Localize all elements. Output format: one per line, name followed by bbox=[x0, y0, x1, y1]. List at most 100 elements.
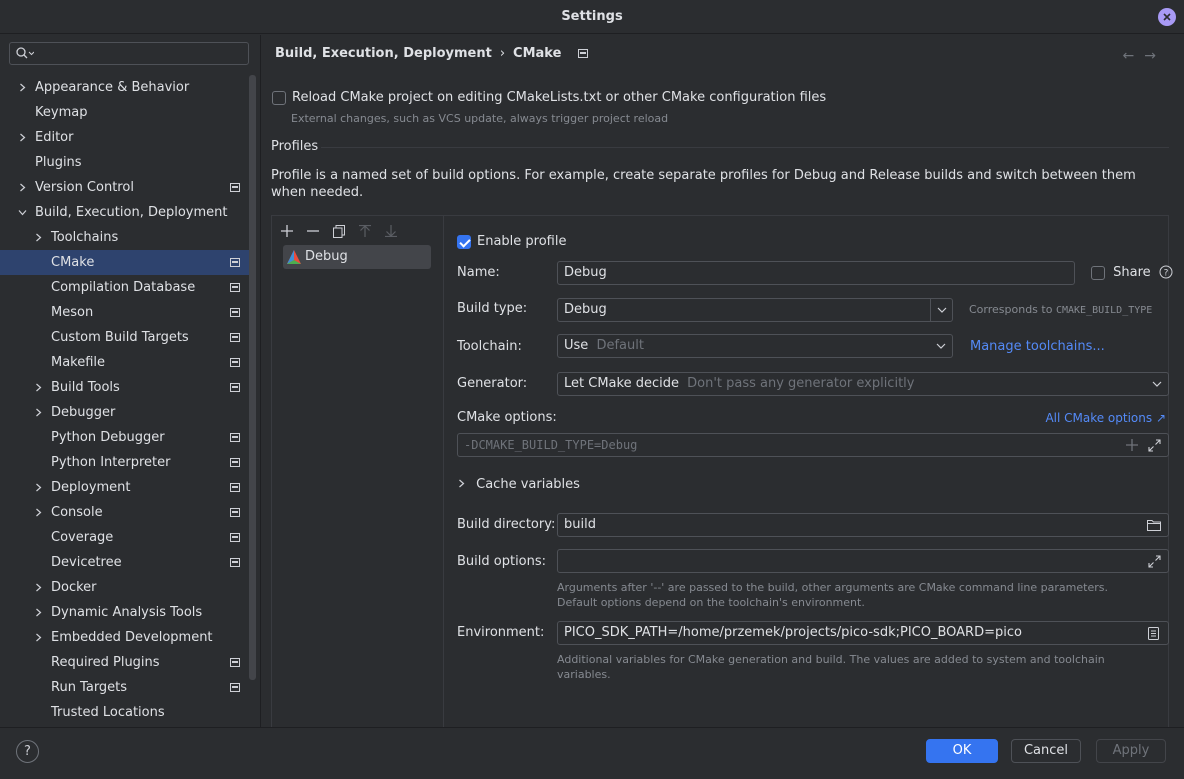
move-up-icon[interactable] bbox=[356, 222, 374, 240]
chevron-right-icon[interactable] bbox=[34, 633, 43, 642]
generator-label: Generator: bbox=[457, 376, 528, 391]
build-directory-label: Build directory: bbox=[457, 517, 556, 532]
cmake-options-field[interactable]: -DCMAKE_BUILD_TYPE=Debug bbox=[457, 433, 1169, 457]
chevron-down-icon[interactable] bbox=[930, 299, 952, 321]
build-directory-value: build bbox=[564, 517, 596, 532]
sidebar-item-python-debugger[interactable]: Python Debugger bbox=[0, 425, 256, 450]
chevron-right-icon[interactable] bbox=[34, 483, 43, 492]
cancel-button[interactable]: Cancel bbox=[1011, 739, 1081, 763]
sidebar-item-label: Python Debugger bbox=[51, 430, 165, 445]
sidebar-item-toolchains[interactable]: Toolchains bbox=[0, 225, 256, 250]
environment-field[interactable]: PICO_SDK_PATH=/home/przemek/projects/pic… bbox=[557, 621, 1169, 645]
sidebar-item-run-targets[interactable]: Run Targets bbox=[0, 675, 256, 700]
chevron-right-icon[interactable] bbox=[18, 83, 27, 92]
share-label: Share bbox=[1113, 265, 1151, 280]
folder-icon[interactable] bbox=[1147, 519, 1161, 531]
edit-list-icon[interactable] bbox=[1148, 627, 1159, 640]
add-icon[interactable] bbox=[278, 222, 296, 240]
history-navigation: ←→ bbox=[1123, 48, 1166, 64]
chevron-right-icon[interactable] bbox=[34, 583, 43, 592]
sidebar-item-meson[interactable]: Meson bbox=[0, 300, 256, 325]
build-options-field[interactable] bbox=[557, 549, 1169, 573]
sidebar-item-custom-build-targets[interactable]: Custom Build Targets bbox=[0, 325, 256, 350]
expand-icon[interactable] bbox=[1148, 439, 1161, 452]
sidebar-item-devicetree[interactable]: Devicetree bbox=[0, 550, 256, 575]
chevron-right-icon[interactable] bbox=[34, 608, 43, 617]
ok-button[interactable]: OK bbox=[926, 739, 998, 763]
svg-text:?: ? bbox=[1163, 269, 1168, 279]
close-button[interactable] bbox=[1158, 8, 1176, 26]
sidebar-item-build-tools[interactable]: Build Tools bbox=[0, 375, 256, 400]
sidebar-item-docker[interactable]: Docker bbox=[0, 575, 256, 600]
sidebar-item-coverage[interactable]: Coverage bbox=[0, 525, 256, 550]
dialog-button-bar: ? OK Cancel Apply bbox=[0, 727, 1184, 779]
reload-checkbox[interactable] bbox=[272, 90, 286, 105]
sidebar-item-deployment[interactable]: Deployment bbox=[0, 475, 256, 500]
chevron-right-icon[interactable] bbox=[34, 508, 43, 517]
build-directory-field[interactable]: build bbox=[557, 513, 1169, 537]
help-button[interactable]: ? bbox=[16, 740, 39, 763]
chevron-down-icon[interactable] bbox=[930, 335, 952, 357]
sidebar-item-cmake[interactable]: CMake bbox=[0, 250, 256, 275]
cache-variables-toggle[interactable]: Cache variables bbox=[457, 477, 580, 492]
sidebar-item-trusted-locations[interactable]: Trusted Locations bbox=[0, 700, 256, 725]
toolchain-combo[interactable]: Use Default bbox=[557, 334, 953, 358]
enable-profile-checkbox[interactable] bbox=[457, 234, 471, 249]
sidebar-item-label: Devicetree bbox=[51, 555, 122, 570]
chevron-right-icon[interactable] bbox=[457, 479, 466, 488]
enable-profile-option[interactable]: Enable profile bbox=[457, 234, 566, 249]
add-icon[interactable] bbox=[1126, 439, 1138, 451]
settings-tree: Appearance & Behavior Keymap Editor Plug… bbox=[0, 75, 256, 725]
chevron-right-icon[interactable] bbox=[34, 408, 43, 417]
apply-button[interactable]: Apply bbox=[1096, 739, 1166, 763]
sidebar-item-python-interpreter[interactable]: Python Interpreter bbox=[0, 450, 256, 475]
search-input[interactable] bbox=[40, 45, 240, 62]
expand-icon[interactable] bbox=[1148, 555, 1161, 568]
sidebar-item-label: Toolchains bbox=[51, 230, 119, 245]
sidebar-item-debugger[interactable]: Debugger bbox=[0, 400, 256, 425]
back-arrow-icon[interactable]: ← bbox=[1123, 48, 1145, 64]
build-type-combo[interactable]: Debug bbox=[557, 298, 953, 322]
sidebar-item-required-plugins[interactable]: Required Plugins bbox=[0, 650, 256, 675]
chevron-down-icon[interactable] bbox=[18, 208, 27, 217]
sidebar-item-label: Build, Execution, Deployment bbox=[35, 205, 228, 220]
profile-list: Debug bbox=[272, 216, 444, 727]
sidebar-scrollbar[interactable] bbox=[249, 75, 256, 680]
sidebar-item-version-control[interactable]: Version Control bbox=[0, 175, 256, 200]
generator-combo[interactable]: Let CMake decide Don't pass any generato… bbox=[557, 372, 1169, 396]
sidebar-item-label: Trusted Locations bbox=[51, 705, 165, 720]
sidebar-item-label: Compilation Database bbox=[51, 280, 196, 295]
reload-option[interactable]: Reload CMake project on editing CMakeLis… bbox=[272, 90, 826, 105]
sidebar-item-embedded-development[interactable]: Embedded Development bbox=[0, 625, 256, 650]
breadcrumb-separator: › bbox=[499, 46, 506, 61]
sidebar-item-dynamic-analysis-tools[interactable]: Dynamic Analysis Tools bbox=[0, 600, 256, 625]
sidebar-item-plugins[interactable]: Plugins bbox=[0, 150, 256, 175]
sidebar-item-editor[interactable]: Editor bbox=[0, 125, 256, 150]
project-scope-icon bbox=[230, 333, 240, 342]
name-field[interactable]: Debug bbox=[557, 261, 1075, 285]
all-cmake-options-link[interactable]: All CMake options ↗ bbox=[1045, 411, 1166, 425]
sidebar-item-console[interactable]: Console bbox=[0, 500, 256, 525]
sidebar-item-keymap[interactable]: Keymap bbox=[0, 100, 256, 125]
help-icon[interactable]: ? bbox=[1159, 265, 1173, 279]
forward-arrow-icon[interactable]: → bbox=[1144, 48, 1166, 64]
move-down-icon[interactable] bbox=[382, 222, 400, 240]
share-checkbox[interactable] bbox=[1091, 265, 1105, 280]
sidebar-item-appearance-behavior[interactable]: Appearance & Behavior bbox=[0, 75, 256, 100]
chevron-right-icon[interactable] bbox=[34, 383, 43, 392]
chevron-down-icon[interactable] bbox=[1146, 373, 1168, 395]
chevron-right-icon[interactable] bbox=[18, 133, 27, 142]
remove-icon[interactable] bbox=[304, 222, 322, 240]
sidebar-item-compilation-database[interactable]: Compilation Database bbox=[0, 275, 256, 300]
chevron-right-icon[interactable] bbox=[18, 183, 27, 192]
chevron-right-icon[interactable] bbox=[34, 233, 43, 242]
share-option[interactable]: Share ? bbox=[1091, 265, 1173, 280]
profile-item-debug[interactable]: Debug bbox=[283, 245, 431, 269]
manage-toolchains-link[interactable]: Manage toolchains... bbox=[970, 339, 1105, 354]
breadcrumb-parent[interactable]: Build, Execution, Deployment bbox=[275, 46, 492, 61]
copy-icon[interactable] bbox=[330, 222, 348, 240]
search-field[interactable] bbox=[9, 42, 249, 65]
sidebar-item-makefile[interactable]: Makefile bbox=[0, 350, 256, 375]
environment-hint: Additional variables for CMake generatio… bbox=[557, 652, 1105, 682]
sidebar-item-build-execution-deployment[interactable]: Build, Execution, Deployment bbox=[0, 200, 256, 225]
